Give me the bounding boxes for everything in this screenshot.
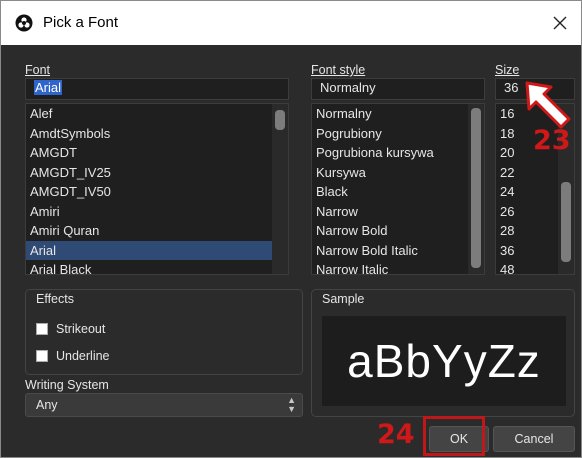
close-icon: [553, 16, 567, 30]
font-style-input[interactable]: Normalny: [311, 78, 485, 100]
font-style-list-item[interactable]: Pogrubiony: [312, 124, 484, 144]
font-list-item[interactable]: Amiri Quran: [26, 221, 288, 241]
effects-group: Effects Strikeout Underline: [25, 289, 303, 375]
effects-title: Effects: [36, 292, 74, 306]
font-style-list-item[interactable]: Narrow Bold Italic: [312, 241, 484, 261]
font-style-list-item[interactable]: Narrow: [312, 202, 484, 222]
strikeout-checkbox[interactable]: Strikeout: [36, 322, 105, 336]
writing-system-select[interactable]: Any ▲ ▼: [25, 393, 303, 417]
close-button[interactable]: [545, 9, 575, 37]
size-label: Size: [495, 63, 520, 77]
font-style-label: Font style: [311, 63, 366, 77]
writing-system-label: Writing System: [25, 378, 109, 392]
font-list-item[interactable]: AMGDT: [26, 143, 288, 163]
font-list[interactable]: Alef AmdtSymbols AMGDT AMGDT_IV25 AMGDT_IV50…: [25, 103, 289, 275]
annotation-step-23: 23: [533, 125, 571, 156]
font-input[interactable]: Arial: [25, 78, 289, 100]
font-list-item[interactable]: Amiri: [26, 202, 288, 222]
font-list-item[interactable]: AMGDT_IV50: [26, 182, 288, 202]
sample-group: Sample aBbYyZz: [311, 289, 575, 417]
annotation-arrow-icon: [525, 81, 571, 129]
cancel-button[interactable]: Cancel: [493, 426, 575, 452]
font-style-scrollbar[interactable]: [468, 104, 484, 274]
font-style-list-item[interactable]: Normalny: [312, 104, 484, 124]
font-style-list-item[interactable]: Narrow Italic: [312, 260, 484, 274]
font-list-item[interactable]: AMGDT_IV25: [26, 163, 288, 183]
annotation-step-24: 24: [377, 419, 415, 450]
underline-checkbox[interactable]: Underline: [36, 349, 110, 363]
font-style-list-item[interactable]: Black: [312, 182, 484, 202]
writing-system-value: Any: [36, 398, 58, 412]
strikeout-box[interactable]: [36, 323, 48, 335]
font-list-scroll-thumb[interactable]: [275, 110, 285, 130]
font-style-list[interactable]: Normalny Pogrubiony Pogrubiona kursywa Kurs…: [311, 103, 485, 275]
font-list-item[interactable]: Arial Black: [26, 260, 288, 274]
dialog-body: Font Arial Alef AmdtSymbols AMGDT AMGDT_IV2…: [11, 45, 581, 457]
font-list-item[interactable]: AmdtSymbols: [26, 124, 288, 144]
font-style-list-item[interactable]: Kursywa: [312, 163, 484, 183]
font-list-item[interactable]: Alef: [26, 104, 288, 124]
title-bar: Pick a Font: [1, 1, 581, 45]
pick-font-dialog: Pick a Font Font Arial Alef AmdtSymbols AM…: [0, 0, 582, 458]
underline-label: Underline: [56, 349, 110, 363]
size-scroll-thumb[interactable]: [561, 182, 571, 262]
font-style-list-item[interactable]: Pogrubiona kursywa: [312, 143, 484, 163]
font-style-list-item[interactable]: Narrow Bold: [312, 221, 484, 241]
dialog-title: Pick a Font: [43, 14, 119, 31]
underline-box[interactable]: [36, 350, 48, 362]
spin-arrows-icon: ▲ ▼: [287, 395, 296, 414]
font-list-scrollbar[interactable]: [272, 104, 288, 274]
font-label: Font: [25, 63, 51, 77]
strikeout-label: Strikeout: [56, 322, 106, 336]
sample-title: Sample: [322, 292, 365, 306]
sample-preview: aBbYyZz: [322, 316, 566, 406]
app-logo-icon: [15, 14, 33, 32]
font-list-item[interactable]: Arial: [26, 240, 288, 260]
font-style-scroll-thumb[interactable]: [471, 108, 481, 268]
font-input-value: Arial: [34, 80, 63, 95]
annotation-highlight-ok: [423, 416, 485, 456]
